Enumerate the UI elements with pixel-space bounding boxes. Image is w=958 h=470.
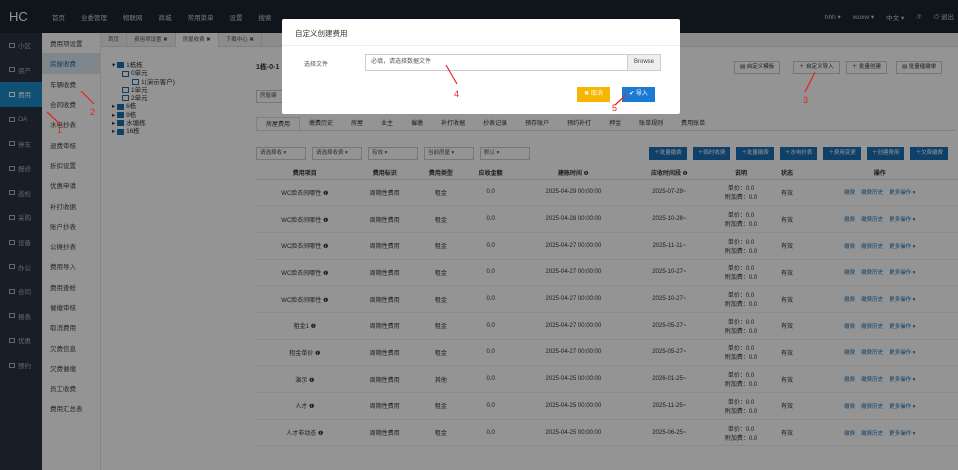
annotation-2: 2	[90, 107, 96, 117]
arrow-2	[80, 90, 95, 105]
annotation-5: 5	[612, 103, 618, 113]
annotation-3: 3	[803, 95, 809, 105]
annotation-arrows	[46, 64, 816, 125]
arrow-1	[46, 111, 61, 125]
annotation-4: 4	[454, 89, 460, 99]
annotation-1: 1	[57, 125, 63, 135]
arrow-3	[804, 71, 816, 93]
arrow-4	[445, 64, 458, 85]
